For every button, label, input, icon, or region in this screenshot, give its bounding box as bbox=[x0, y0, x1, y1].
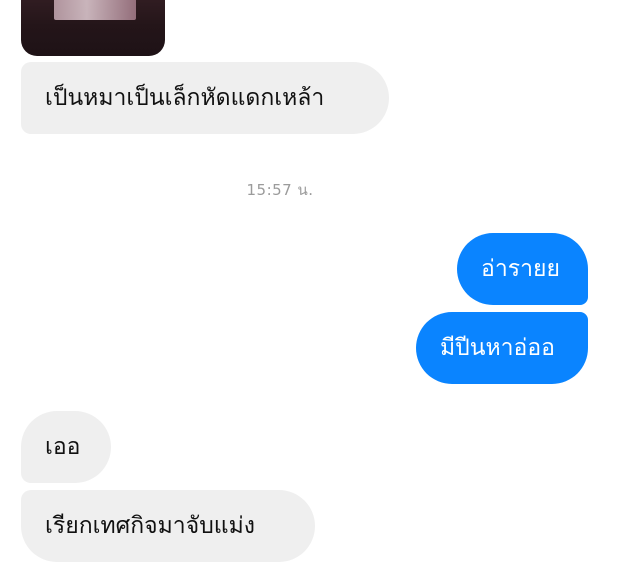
photo-content bbox=[54, 0, 136, 20]
message-text: อ่ารายย bbox=[481, 256, 560, 282]
message-text: มีปีนหาอ่ออ bbox=[440, 335, 555, 361]
chat-thread: เป็นหมาเป็นเล็กหัดแดกเหล้า 15:57 น. อ่าร… bbox=[0, 0, 622, 564]
message-incoming[interactable]: เป็นหมาเป็นเล็กหัดแดกเหล้า bbox=[21, 62, 389, 134]
shared-photo[interactable] bbox=[21, 0, 165, 56]
message-text: เป็นหมาเป็นเล็กหัดแดกเหล้า bbox=[45, 85, 325, 111]
message-text: เรียกเทศกิจมาจับแม่ง bbox=[45, 513, 256, 539]
message-incoming[interactable]: เออ bbox=[21, 411, 111, 483]
message-text: เออ bbox=[45, 434, 81, 460]
message-timestamp: 15:57 น. bbox=[246, 181, 314, 199]
message-outgoing[interactable]: อ่ารายย bbox=[457, 233, 588, 305]
message-incoming[interactable]: เรียกเทศกิจมาจับแม่ง bbox=[21, 490, 315, 562]
message-outgoing[interactable]: มีปีนหาอ่ออ bbox=[416, 312, 588, 384]
